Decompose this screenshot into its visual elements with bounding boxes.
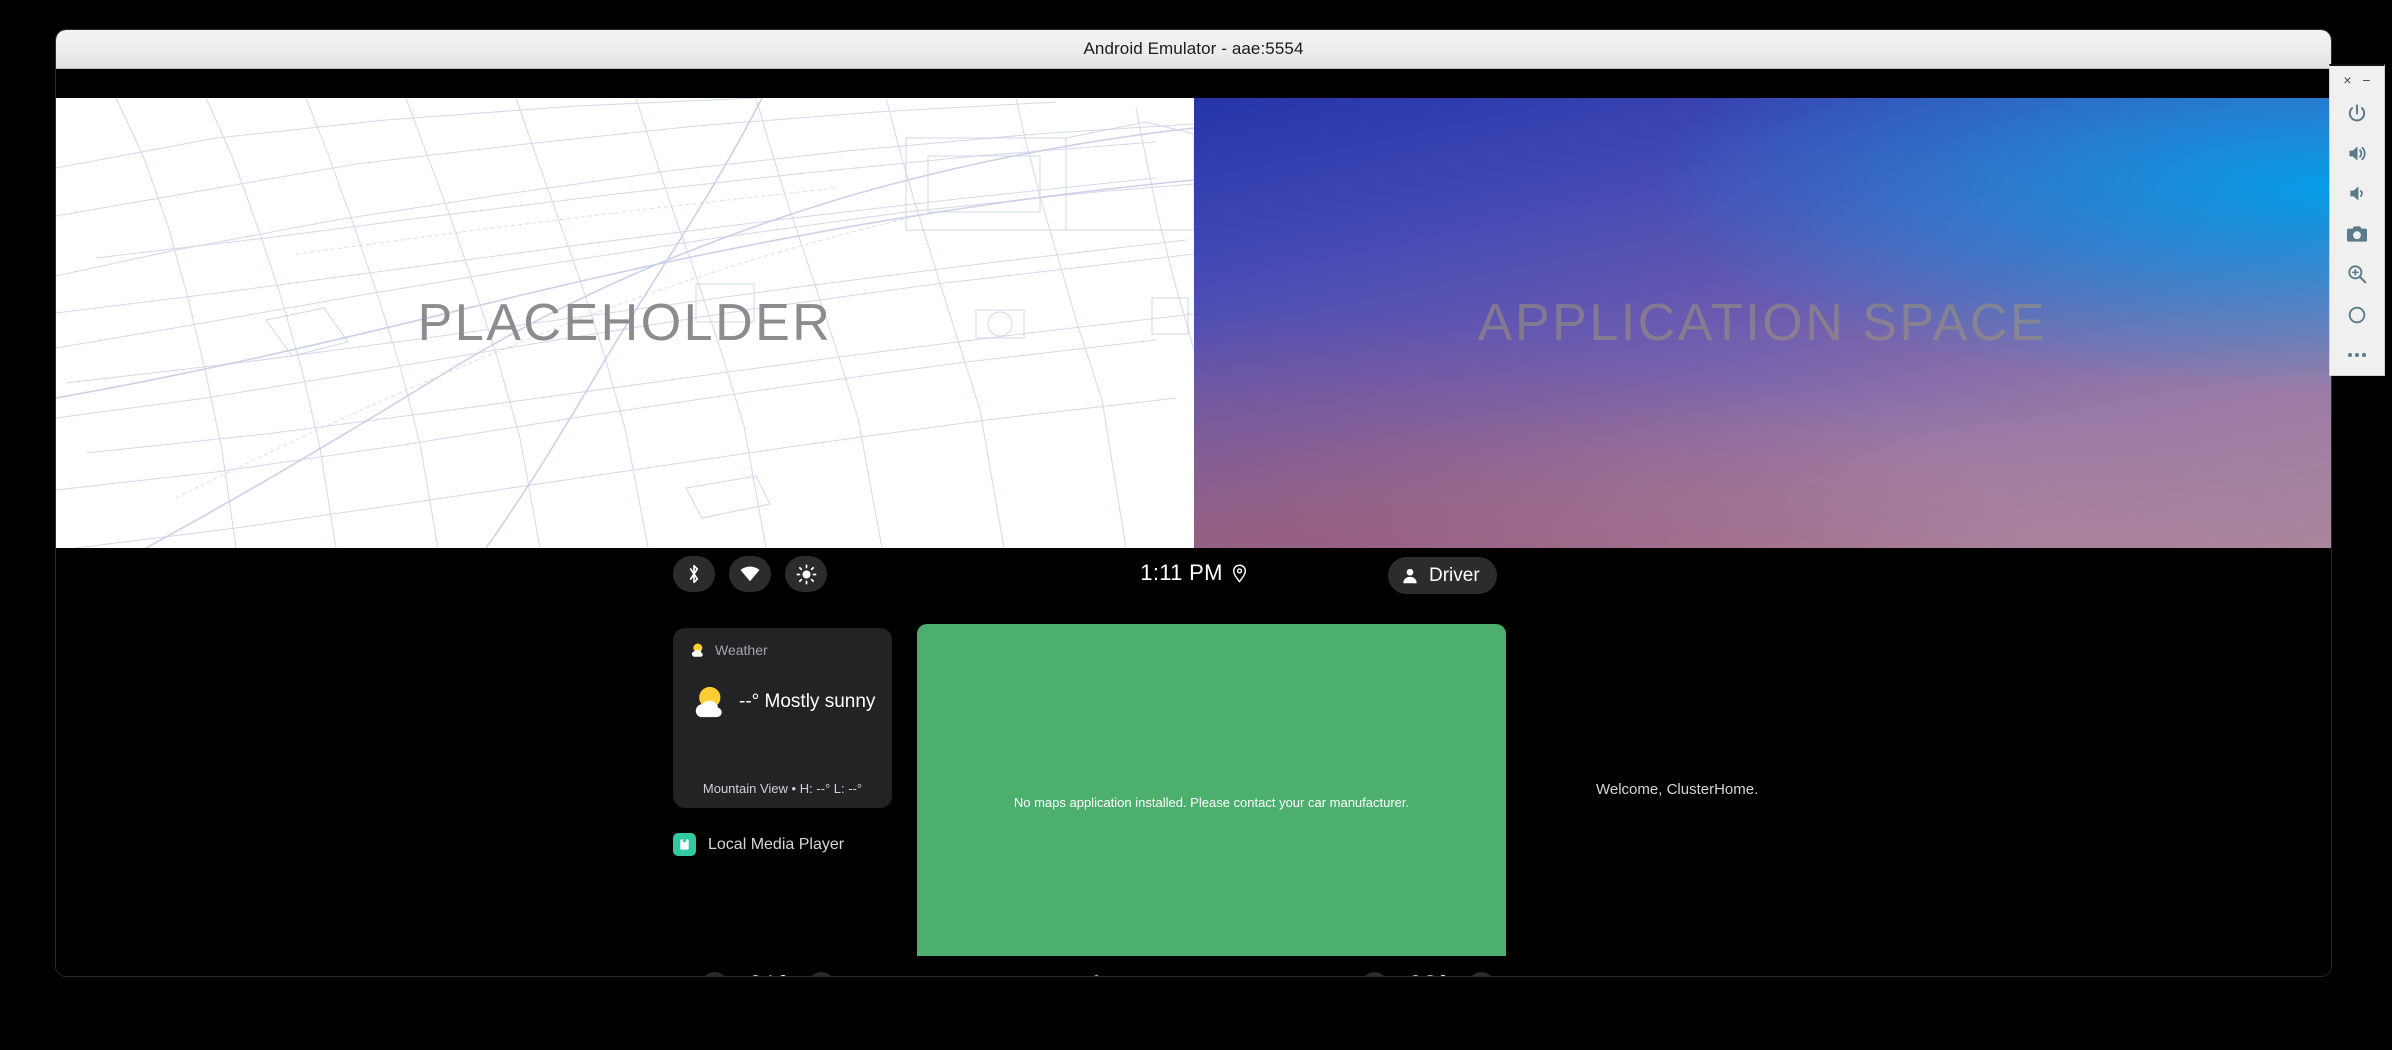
- volume-down-icon: [2349, 186, 2363, 202]
- weather-large-icon: [695, 686, 722, 718]
- power-icon: [2348, 103, 2366, 121]
- status-user-area: Driver: [1388, 557, 1497, 594]
- status-clock: 1:11 PM: [1140, 560, 1223, 585]
- display-row: PLACEHOLDER APPLICATION SPACE: [56, 98, 2331, 548]
- rotate-icon: [2348, 306, 2366, 323]
- zoom-icon: [2348, 265, 2367, 284]
- weather-current: --° Mostly sunny: [689, 684, 875, 720]
- bottom-nav-bar: 61°: [56, 956, 2331, 976]
- fan-icon: [1278, 975, 1283, 976]
- local-media-player-label: Local Media Player: [708, 835, 845, 853]
- weather-widget[interactable]: Weather --° Mostly sunny Mountain View •…: [673, 628, 892, 808]
- maps-panel[interactable]: No maps application installed. Please co…: [917, 624, 1506, 976]
- grid-icon: [1182, 974, 1206, 976]
- volume-down-button[interactable]: [2335, 174, 2379, 214]
- more-button[interactable]: [2335, 335, 2379, 375]
- user-profile-label: Driver: [1429, 564, 1480, 586]
- volume-up-icon: [2348, 146, 2366, 161]
- passenger-temp-value: 68°: [1400, 970, 1456, 976]
- more-icon: [2348, 352, 2366, 357]
- cluster-home-message: Welcome, ClusterHome.: [1596, 781, 1759, 798]
- nav-dialer[interactable]: [1086, 970, 1118, 976]
- home-content-area: Weather --° Mostly sunny Mountain View •…: [56, 604, 2331, 976]
- nav-home[interactable]: [994, 970, 1026, 976]
- user-profile-button[interactable]: Driver: [1388, 557, 1497, 594]
- nav-apps[interactable]: [1178, 970, 1210, 976]
- zoom-button[interactable]: [2335, 254, 2379, 294]
- screenshot-button[interactable]: [2335, 214, 2379, 254]
- local-media-player-item[interactable]: Local Media Player: [673, 833, 892, 856]
- nav-icon-group: [56, 970, 2331, 976]
- power-button[interactable]: [2335, 93, 2379, 133]
- passenger-climate-control: 68°: [1361, 970, 1495, 976]
- camera-icon: [2347, 226, 2367, 242]
- nav-hvac[interactable]: [1270, 970, 1302, 976]
- system-status-bar: 1:11 PM Driver: [56, 548, 2331, 604]
- weather-widget-name: Weather: [715, 642, 768, 658]
- android-screen: PLACEHOLDER APPLICATION SPACE 1:11 PM Dr…: [56, 72, 2331, 976]
- widget-column: Weather --° Mostly sunny Mountain View •…: [673, 628, 892, 856]
- weather-condition: --° Mostly sunny: [739, 691, 876, 712]
- weather-detail: Mountain View • H: --° L: --°: [702, 781, 863, 796]
- person-icon: [1403, 568, 1417, 583]
- location-pin-icon: [1232, 564, 1246, 583]
- close-icon[interactable]: ×: [2340, 72, 2356, 88]
- window-titlebar[interactable]: Android Emulator - aae:5554: [56, 30, 2331, 69]
- passenger-temp-decrease-button[interactable]: [1361, 972, 1388, 976]
- rotate-button[interactable]: [2335, 295, 2379, 335]
- phone-icon: [1093, 974, 1098, 976]
- app-pane-label: APPLICATION SPACE: [1477, 294, 2048, 352]
- window-title: Android Emulator - aae:5554: [1083, 39, 1304, 58]
- volume-up-button[interactable]: [2335, 134, 2379, 174]
- media-glyph-icon: [680, 839, 689, 850]
- maps-panel-message: No maps application installed. Please co…: [1013, 795, 1410, 810]
- weather-small-icon: [691, 643, 703, 657]
- passenger-temp-increase-button[interactable]: [1468, 972, 1495, 976]
- weather-widget-header: Weather: [689, 642, 876, 658]
- home-icon: [997, 973, 1023, 976]
- emulator-window-buttons: × −: [2330, 66, 2384, 93]
- map-placeholder-pane[interactable]: PLACEHOLDER: [56, 98, 1194, 548]
- media-app-icon: [673, 833, 696, 856]
- status-clock-group: 1:11 PM: [56, 560, 2331, 586]
- minimize-icon[interactable]: −: [2359, 72, 2375, 88]
- application-space-pane[interactable]: APPLICATION SPACE: [1194, 98, 2331, 548]
- emulator-window: Android Emulator - aae:5554 PLACEHOLDER …: [56, 30, 2331, 976]
- emulator-toolbar: × −: [2329, 64, 2385, 376]
- map-pane-label: PLACEHOLDER: [417, 294, 833, 352]
